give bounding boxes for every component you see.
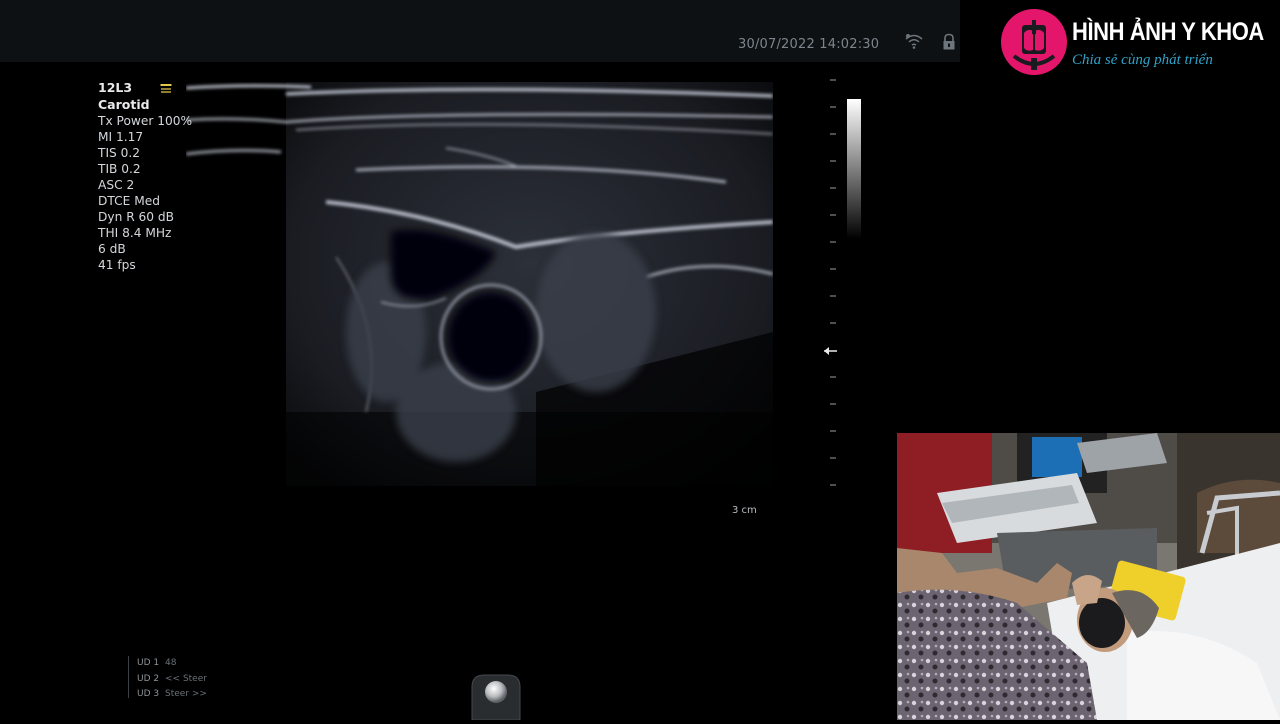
thermal-index-soft: TIS 0.2 xyxy=(98,146,141,160)
gain-value: 6 dB xyxy=(98,242,126,256)
ultrasound-image[interactable] xyxy=(185,82,774,486)
mechanical-index: MI 1.17 xyxy=(98,130,144,144)
top-status-bar xyxy=(0,0,960,62)
thermal-index-bone: TIB 0.2 xyxy=(98,162,141,176)
frame-rate: 41 fps xyxy=(98,258,136,272)
focus-marker-icon[interactable] xyxy=(823,343,839,357)
wifi-icon[interactable] xyxy=(905,33,923,51)
ud-row[interactable]: UD 2 << Steer xyxy=(137,672,207,688)
ud-value: 48 xyxy=(165,658,177,668)
lungs-logo-icon xyxy=(1001,9,1067,75)
ud-value: << Steer xyxy=(165,673,207,684)
logo-subtitle: Chia sẻ cùng phát triển xyxy=(1072,52,1213,68)
probe-model: 12L3 xyxy=(98,80,133,95)
logo-title: HÌNH ẢNH Y KHOA xyxy=(1072,18,1264,46)
ud-key: UD 3 xyxy=(137,689,160,699)
ud-key: UD 1 xyxy=(137,658,160,668)
dynamic-range: Dyn R 60 dB xyxy=(98,210,175,224)
ud-row[interactable]: UD 3 Steer >> xyxy=(137,687,207,703)
probe-icon xyxy=(160,80,172,93)
depth-scale xyxy=(825,70,845,500)
ud-value: Steer >> xyxy=(165,689,207,699)
user-defined-keys-panel: UD 1 48 UD 2 << Steer UD 3 Steer >> xyxy=(128,656,207,699)
thi-frequency: THI 8.4 MHz xyxy=(98,226,172,240)
tx-power: Tx Power 100% xyxy=(98,114,193,128)
exam-datetime: 30/07/2022 14:02:30 xyxy=(738,37,880,52)
ud-key: UD 2 xyxy=(137,673,160,684)
exam-preset: Carotid xyxy=(98,96,150,112)
depth-label: 3 cm xyxy=(732,505,757,516)
asc-setting: ASC 2 xyxy=(98,178,135,192)
camera-inset-video[interactable] xyxy=(897,433,1280,720)
lock-icon[interactable] xyxy=(941,33,959,51)
grayscale-bar xyxy=(847,99,861,239)
trackball-icon[interactable] xyxy=(466,673,526,721)
acquisition-parameters: 12L3 Carotid Tx Power 100% MI 1.17 TIS 0… xyxy=(98,80,192,273)
ud-row[interactable]: UD 1 48 xyxy=(137,656,207,672)
dtce-setting: DTCE Med xyxy=(98,194,160,208)
brand-logo: HÌNH ẢNH Y KHOA Chia sẻ cùng phát triển xyxy=(1000,8,1270,76)
